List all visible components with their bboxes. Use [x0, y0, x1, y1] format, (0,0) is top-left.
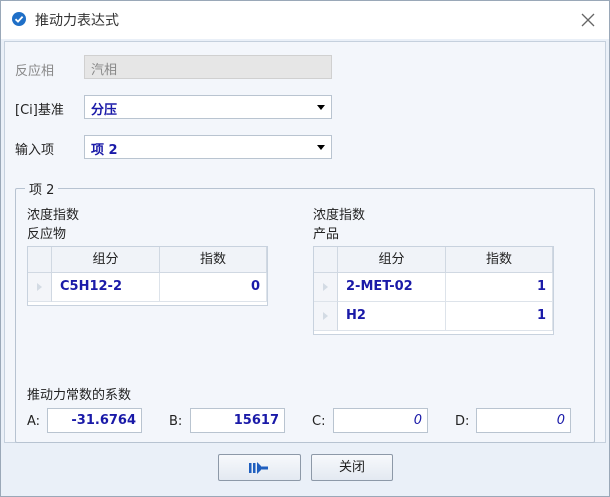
input-select[interactable]: 项 2	[84, 135, 332, 159]
coef-c-input[interactable]: 0	[333, 408, 428, 433]
coef-title: 推动力常数的系数	[27, 388, 132, 403]
basis-value: 分压	[91, 103, 118, 118]
row-arrow-icon	[37, 283, 42, 291]
input-value: 项 2	[91, 143, 118, 158]
group-title: 项 2	[25, 179, 59, 198]
coef-b-input[interactable]: 15617	[190, 408, 285, 433]
close-button[interactable]: 关闭	[311, 454, 393, 481]
table-cell-component[interactable]: H2	[338, 302, 446, 331]
table-cell-exponent[interactable]: 1	[446, 302, 553, 331]
chevron-down-icon	[317, 145, 325, 150]
phase-value: 汽相	[91, 63, 118, 78]
column-header: 指数	[446, 247, 553, 273]
coef-a-input[interactable]: -31.6764	[47, 408, 142, 433]
reactants-heading: 浓度指数	[27, 208, 80, 223]
close-icon[interactable]	[577, 9, 599, 31]
basis-select[interactable]: 分压	[84, 95, 332, 119]
dialog-window: 推动力表达式 反应相 汽相 [Ci]基准 分压 输入项 项 2 项 2 浓度指数…	[0, 0, 610, 497]
products-subheading: 产品	[313, 227, 340, 242]
coef-b-label: B:	[169, 414, 183, 429]
table-cell-component[interactable]: C5H12-2	[52, 273, 160, 302]
coef-c-label: C:	[312, 414, 326, 429]
column-header: 组分	[338, 247, 446, 273]
coef-d-input[interactable]: 0	[476, 408, 571, 433]
row-header	[28, 273, 52, 302]
table-cell-exponent[interactable]: 1	[446, 273, 553, 302]
products-grid: 组分 指数 2-MET-02 1 H2 1	[313, 246, 554, 335]
basis-label: [Ci]基准	[15, 103, 64, 118]
phase-field: 汽相	[84, 55, 332, 79]
table-cell-component[interactable]: 2-MET-02	[338, 273, 446, 302]
app-check-icon	[12, 12, 26, 26]
chevron-down-icon	[317, 105, 325, 110]
grid-corner	[314, 247, 338, 273]
coef-d-label: D:	[455, 414, 470, 429]
reactants-grid: 组分 指数 C5H12-2 0	[27, 246, 268, 306]
row-arrow-icon	[323, 283, 328, 291]
window-title: 推动力表达式	[35, 13, 119, 29]
phase-label: 反应相	[15, 64, 55, 79]
reactants-subheading: 反应物	[27, 227, 67, 242]
next-button[interactable]	[218, 454, 301, 481]
row-header	[314, 273, 338, 302]
coef-a-label: A:	[27, 414, 41, 429]
column-header: 组分	[52, 247, 160, 273]
column-header: 指数	[160, 247, 267, 273]
products-heading: 浓度指数	[313, 208, 366, 223]
input-label: 输入项	[15, 143, 55, 158]
row-header	[314, 302, 338, 331]
arrow-next-icon	[249, 462, 268, 474]
table-cell-exponent[interactable]: 0	[160, 273, 267, 302]
title-bar: 推动力表达式	[1, 1, 609, 39]
grid-corner	[28, 247, 52, 273]
row-arrow-icon	[323, 312, 328, 320]
